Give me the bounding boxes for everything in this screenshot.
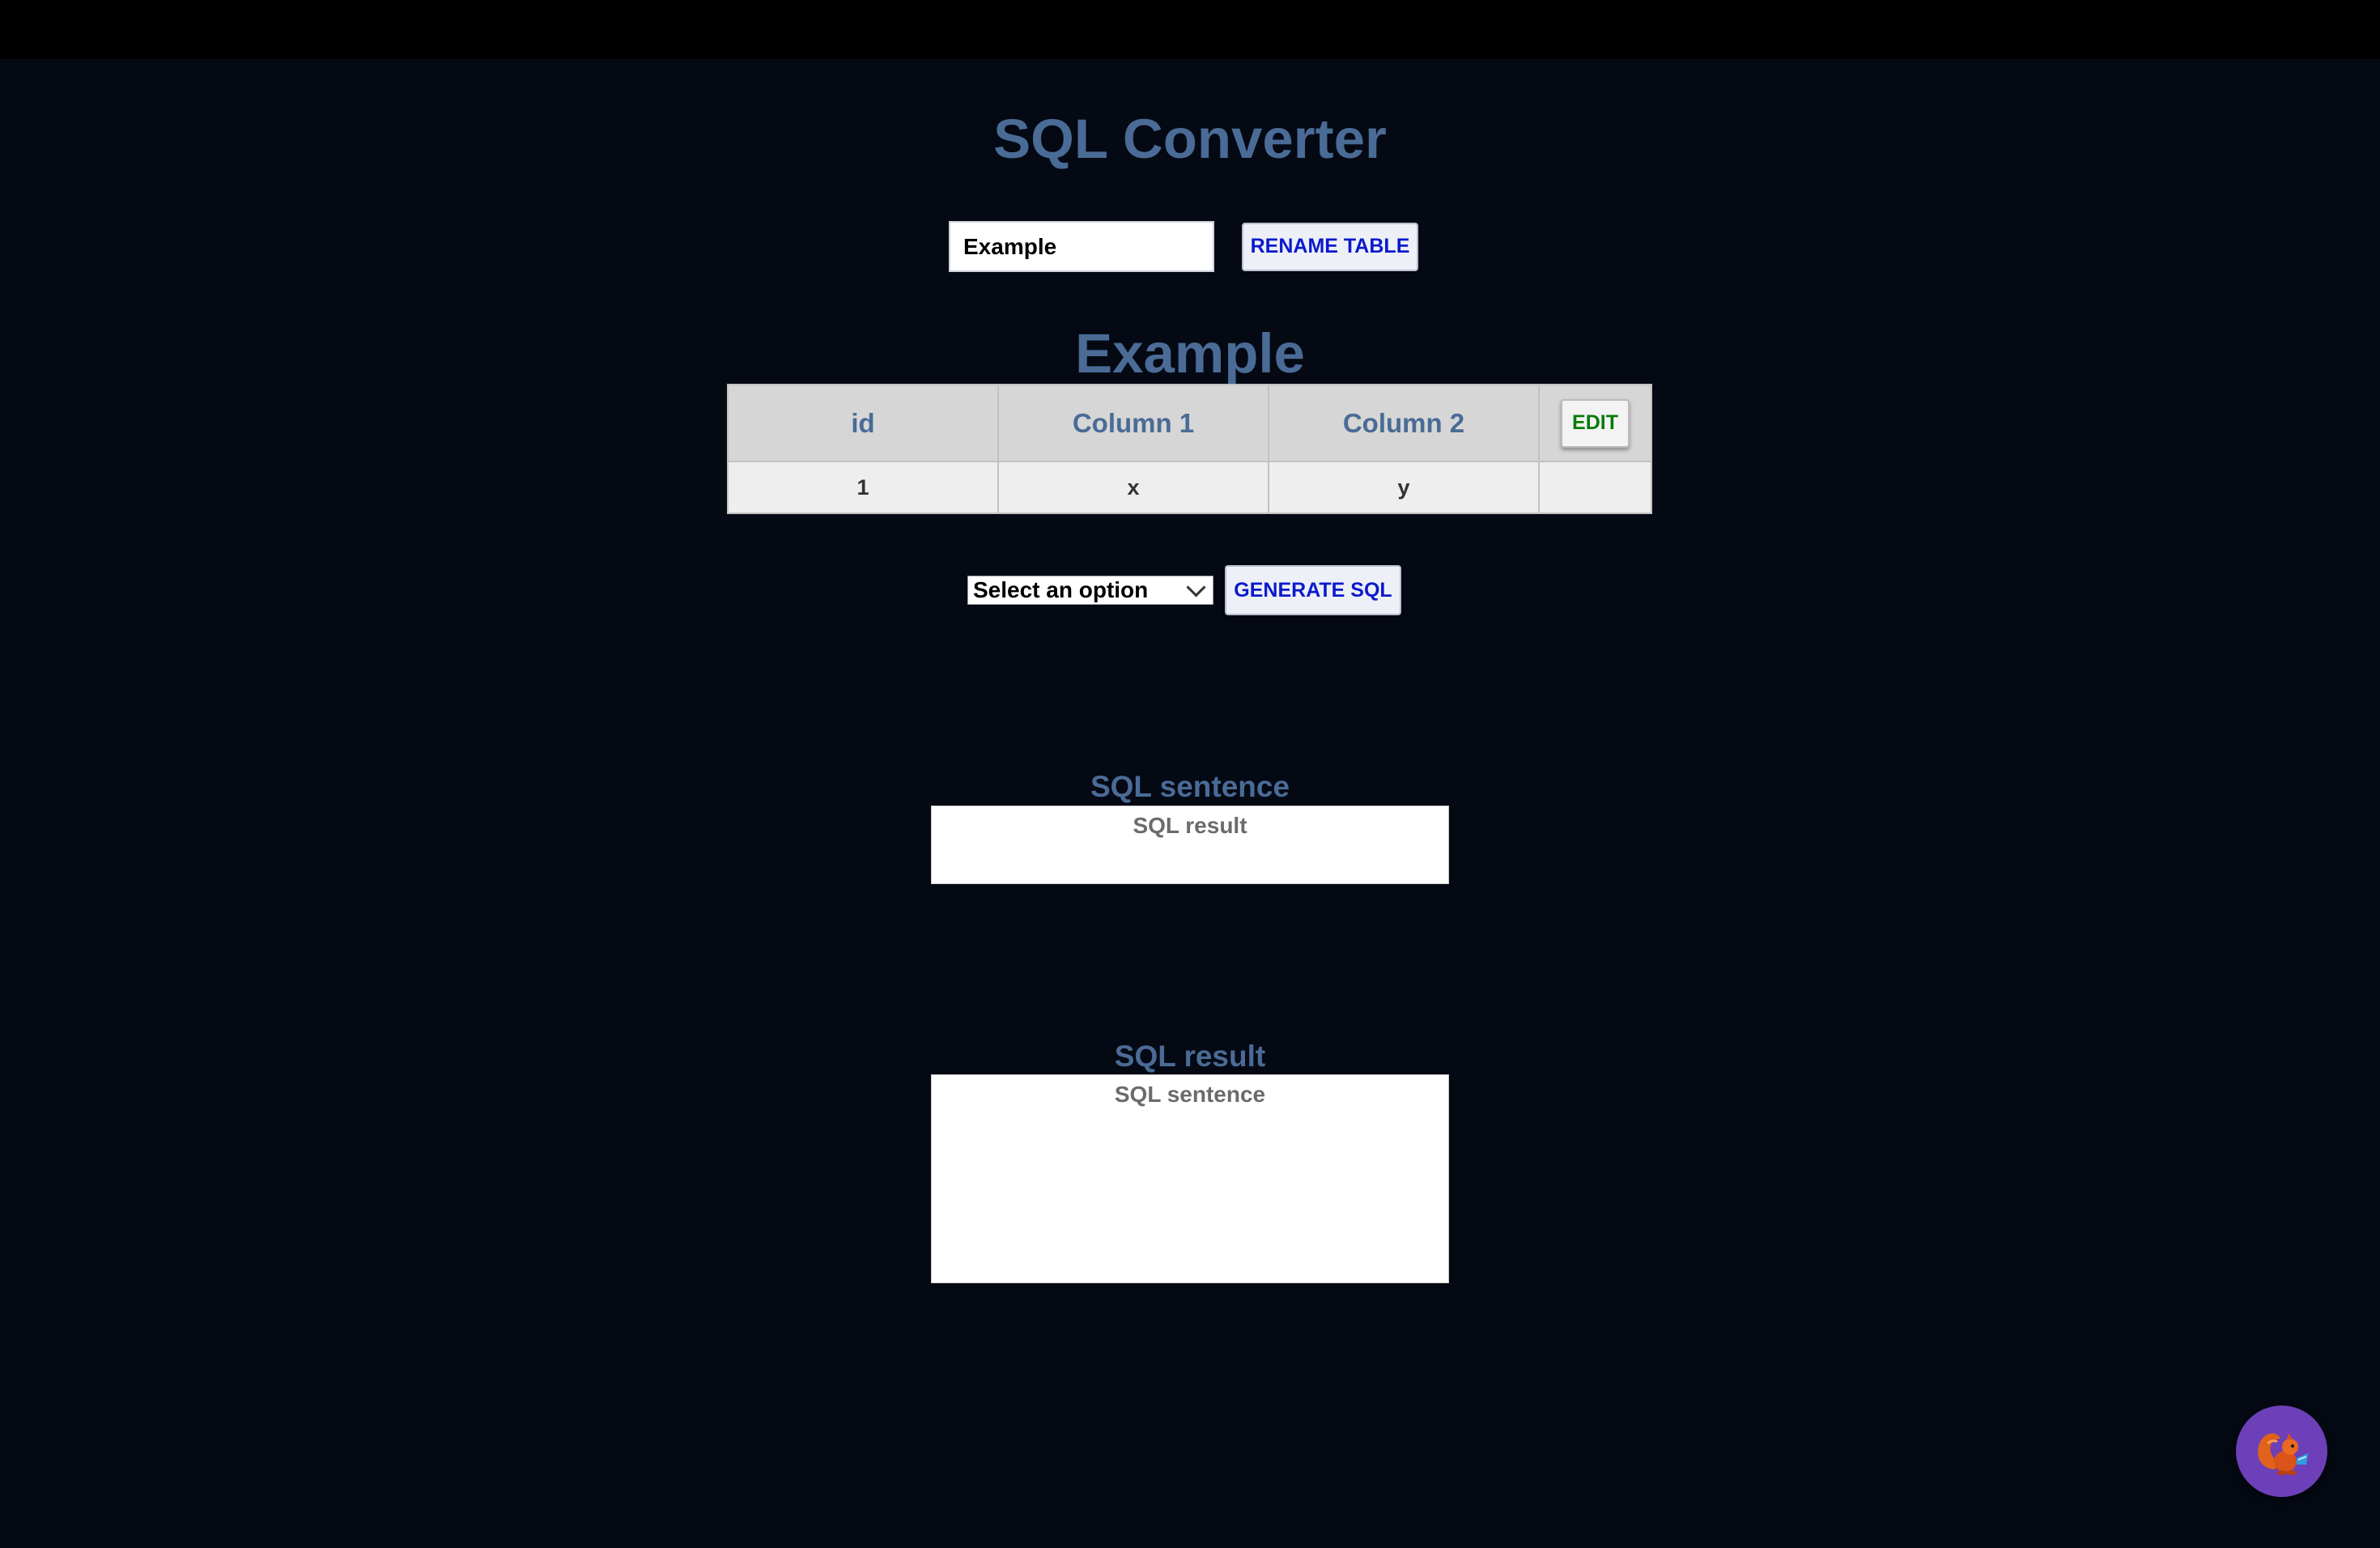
chevron-down-icon xyxy=(1186,576,1206,598)
browser-top-bar xyxy=(0,0,2380,59)
table-cell-column-2: y xyxy=(1268,461,1540,514)
assistant-button[interactable] xyxy=(2236,1406,2327,1497)
table-name-input[interactable] xyxy=(949,221,1214,272)
column-header-column-2: Column 2 xyxy=(1268,384,1540,462)
column-header-id: id xyxy=(727,384,999,462)
column-header-actions: EDIT xyxy=(1538,384,1652,462)
table-header-row: id Column 1 Column 2 EDIT xyxy=(727,384,1652,462)
data-table: id Column 1 Column 2 EDIT 1 x y xyxy=(727,384,1652,514)
squirrel-icon xyxy=(2257,1432,2308,1475)
sql-result-heading: SQL result xyxy=(1114,1040,1266,1073)
table-cell-id: 1 xyxy=(727,461,999,514)
rename-table-row: RENAME TABLE xyxy=(949,221,1418,272)
sql-sentence-heading: SQL sentence xyxy=(1090,770,1290,803)
sql-sentence-output[interactable]: SQL result xyxy=(931,806,1449,884)
generate-row: Select an option GENERATE SQL xyxy=(967,565,1401,615)
sql-result-output[interactable]: SQL sentence xyxy=(931,1074,1449,1283)
table-cell-actions xyxy=(1538,461,1652,514)
sql-sentence-placeholder: SQL result xyxy=(1133,813,1247,838)
sql-result-placeholder: SQL sentence xyxy=(1114,1082,1266,1107)
sql-type-select[interactable]: Select an option xyxy=(967,576,1213,605)
table-cell-column-1: x xyxy=(997,461,1269,514)
column-header-column-1: Column 1 xyxy=(997,384,1269,462)
table-title: Example xyxy=(1075,322,1305,385)
generate-sql-button[interactable]: GENERATE SQL xyxy=(1225,565,1401,615)
table-row: 1 x y xyxy=(727,461,1652,514)
rename-table-button[interactable]: RENAME TABLE xyxy=(1242,222,1418,271)
select-value: Select an option xyxy=(973,577,1149,602)
edit-button[interactable]: EDIT xyxy=(1561,398,1630,448)
page-title: SQL Converter xyxy=(993,108,1387,170)
